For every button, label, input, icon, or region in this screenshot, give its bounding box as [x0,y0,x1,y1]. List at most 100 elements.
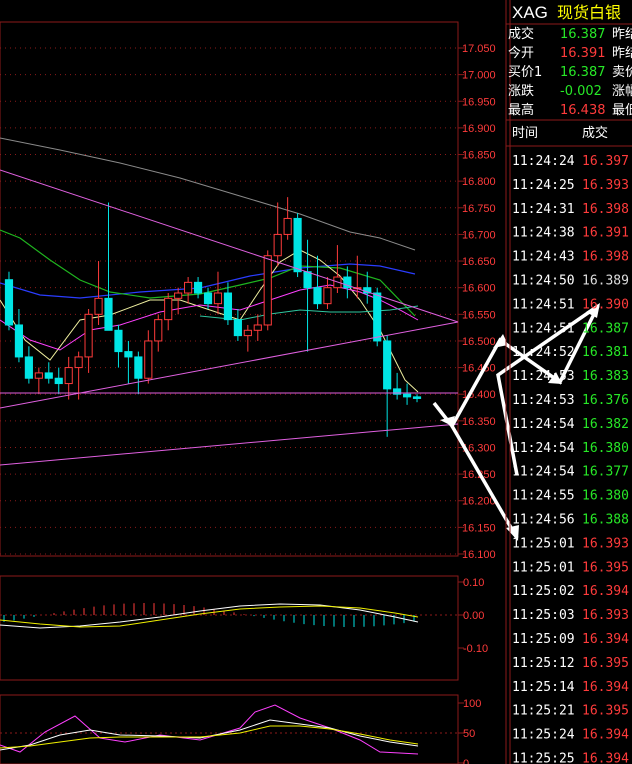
price-tick-label: 16.150 [462,522,496,534]
tick-time: 11:24:55 [512,489,575,504]
tick-row: 11:24:54 16.380 [512,441,629,456]
candle-body [323,287,332,305]
tick-price: 16.393 [582,178,629,193]
candle [263,250,272,331]
tick-time: 11:25:09 [512,632,575,647]
candle-body [14,324,24,358]
tick-time: 11:24:54 [512,417,575,432]
tick-price: 16.383 [582,369,629,384]
candle-body [213,292,223,305]
price-tick-label: 17.050 [462,43,496,55]
tick-row: 11:25:03 16.393 [512,608,629,623]
tick-price: 16.393 [582,608,629,623]
tick-time: 11:25:14 [512,680,575,695]
quote-next-label: 卖价 [612,65,632,80]
tick-row: 11:25:21 16.395 [512,704,629,719]
tick-row: 11:24:50 16.389 [512,274,629,289]
quote-value: 16.387 [560,65,606,80]
candle-body [44,372,53,379]
tick-time: 11:24:52 [512,345,575,360]
candle-body [402,393,412,398]
price-tick-label: 16.450 [462,363,496,375]
symbol-name: 现货白银 [557,3,621,22]
tick-price: 16.380 [582,489,629,504]
tick-price: 16.395 [582,560,629,575]
candle-body [94,297,103,315]
candle-body [233,319,242,337]
tick-row: 11:25:01 16.393 [512,536,629,551]
price-tick-label: 16.350 [462,416,496,428]
candle-body [303,271,312,289]
quote-label: 成交 [508,26,534,42]
tick-row: 11:24:24 16.397 [512,154,629,169]
chart-canvas: 16.10016.15016.20016.25016.30016.35016.4… [0,0,632,764]
tick-row: 11:24:25 16.393 [512,178,629,193]
tick-time: 11:24:54 [512,441,575,456]
candle-body [184,281,193,294]
tick-price: 16.398 [582,202,629,217]
tick-price: 16.377 [582,465,629,480]
candle-body [263,255,272,326]
tick-time: 11:25:03 [512,608,575,623]
quote-next-label: 涨幅 [612,84,632,99]
candle-body [54,377,63,385]
price-tick-label: 16.950 [462,96,496,108]
tick-price: 16.382 [582,417,629,432]
ticks-header-time: 时间 [512,126,538,141]
tick-price: 16.394 [582,680,629,695]
candle-body [4,279,14,326]
macd-tick-label: -0.10 [463,643,488,655]
tick-time: 11:25:24 [512,728,575,743]
quote-label: 买价1 [508,65,542,80]
tick-price: 16.395 [582,704,629,719]
tick-price: 16.391 [582,226,629,241]
tick-price: 16.398 [582,250,629,265]
candle-body [74,356,83,369]
tick-row: 11:24:54 16.382 [512,417,629,432]
price-tick-label: 16.500 [462,336,496,348]
tick-price: 16.390 [582,297,629,312]
tick-time: 11:24:54 [512,465,575,480]
candle-body [243,329,252,337]
tick-price: 16.394 [582,632,629,647]
tick-price: 16.376 [582,393,629,408]
candle-body [273,233,282,257]
candle-body [174,292,183,299]
candle-body [144,340,153,379]
symbol-code: XAG [512,3,548,22]
tick-time: 11:25:21 [512,704,575,719]
macd-tick-label: 0.10 [463,577,484,589]
candle-body [24,356,33,379]
candle-body [34,372,43,379]
candle-body [64,367,73,385]
price-tick-label: 16.850 [462,150,496,162]
tick-row: 11:25:02 16.394 [512,584,629,599]
tick-time: 11:25:25 [512,752,575,764]
quote-value: 16.387 [560,27,606,42]
candle-body [203,292,213,305]
price-tick-label: 16.600 [462,283,496,295]
tick-price: 16.395 [582,656,629,671]
tick-row: 11:24:53 16.383 [512,369,629,384]
quote-value: 16.391 [560,46,606,61]
tick-time: 11:25:12 [512,656,575,671]
price-tick-label: 16.700 [462,229,496,241]
candle-body [154,319,163,342]
tick-price: 16.394 [582,584,629,599]
tick-row: 11:25:12 16.395 [512,656,629,671]
price-tick-label: 16.650 [462,256,496,268]
kdj-tick-label: 100 [463,698,481,710]
kdj-tick-label: 50 [463,728,475,740]
tick-row: 11:24:53 16.376 [512,393,629,408]
tick-row: 11:25:25 16.394 [512,752,629,764]
quote-label: 最高 [508,102,534,118]
quote-value: -0.002 [560,84,602,99]
tick-time: 11:24:24 [512,154,575,169]
candle-body [114,329,123,353]
tick-price: 16.397 [582,154,629,169]
tick-price: 16.381 [582,345,629,360]
price-tick-label: 16.800 [462,176,496,188]
tick-time: 11:25:01 [512,560,575,575]
quote-value: 16.438 [560,103,606,118]
tick-row: 11:24:56 16.388 [512,513,629,528]
